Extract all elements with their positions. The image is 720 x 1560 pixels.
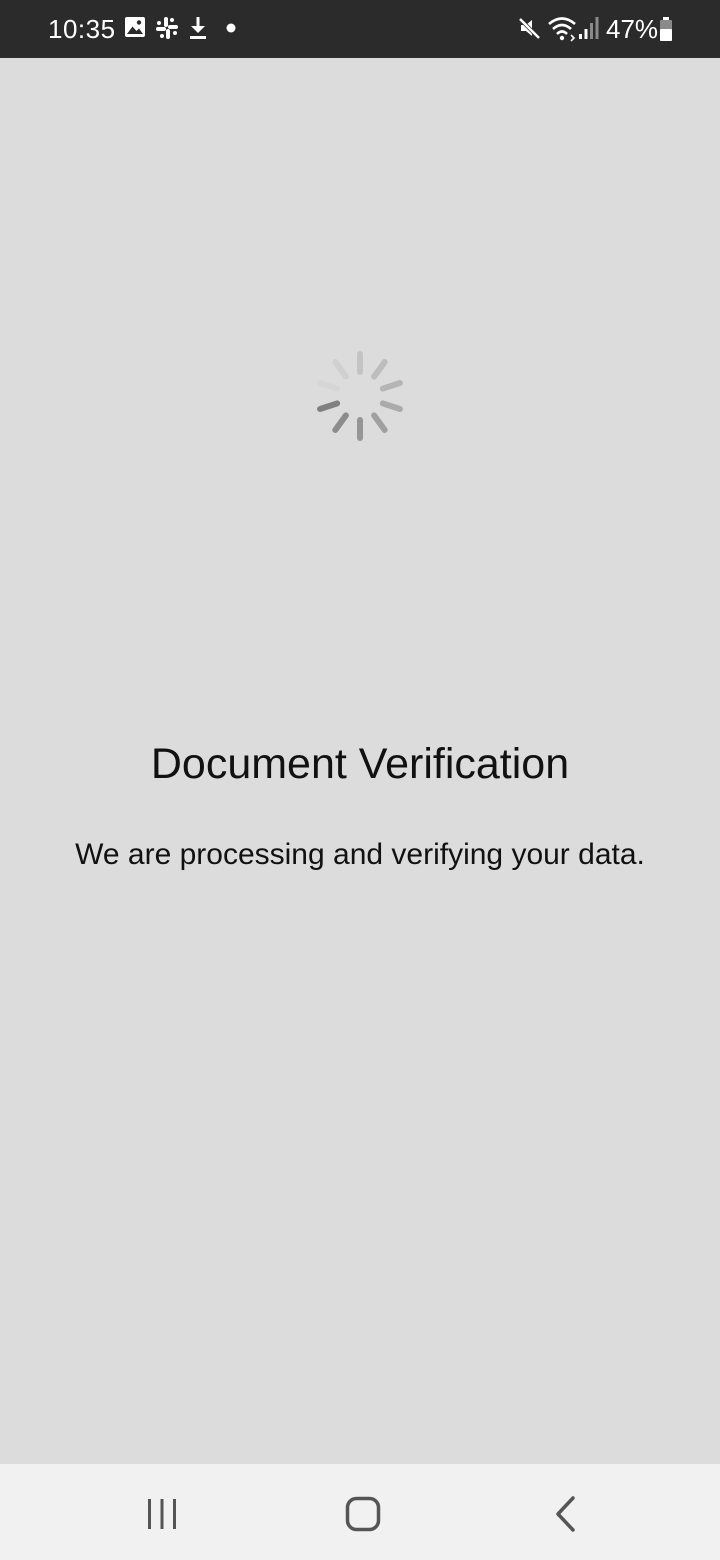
- battery-icon: [660, 17, 672, 41]
- page-title: Document Verification: [150, 740, 570, 788]
- status-message: We are processing and verifying your dat…: [75, 838, 645, 871]
- battery-percentage: 47%: [606, 14, 659, 44]
- dot-icon: [226, 23, 236, 33]
- image-icon: [125, 17, 145, 37]
- slack-icon: [156, 17, 178, 39]
- back-icon[interactable]: [535, 1488, 595, 1540]
- spinner-icon: [317, 351, 403, 441]
- signal-icon: [579, 17, 599, 39]
- status-bar: 10:35 47%: [0, 0, 720, 58]
- mute-icon: [518, 17, 541, 40]
- status-time: 10:35: [48, 14, 116, 44]
- download-icon: [190, 17, 206, 39]
- wifi-icon: [548, 17, 576, 42]
- verification-screen: Document Verification We are processing …: [0, 58, 720, 1464]
- recent-apps-icon[interactable]: [132, 1488, 192, 1540]
- navigation-bar: [0, 1464, 720, 1560]
- home-icon[interactable]: [333, 1488, 393, 1540]
